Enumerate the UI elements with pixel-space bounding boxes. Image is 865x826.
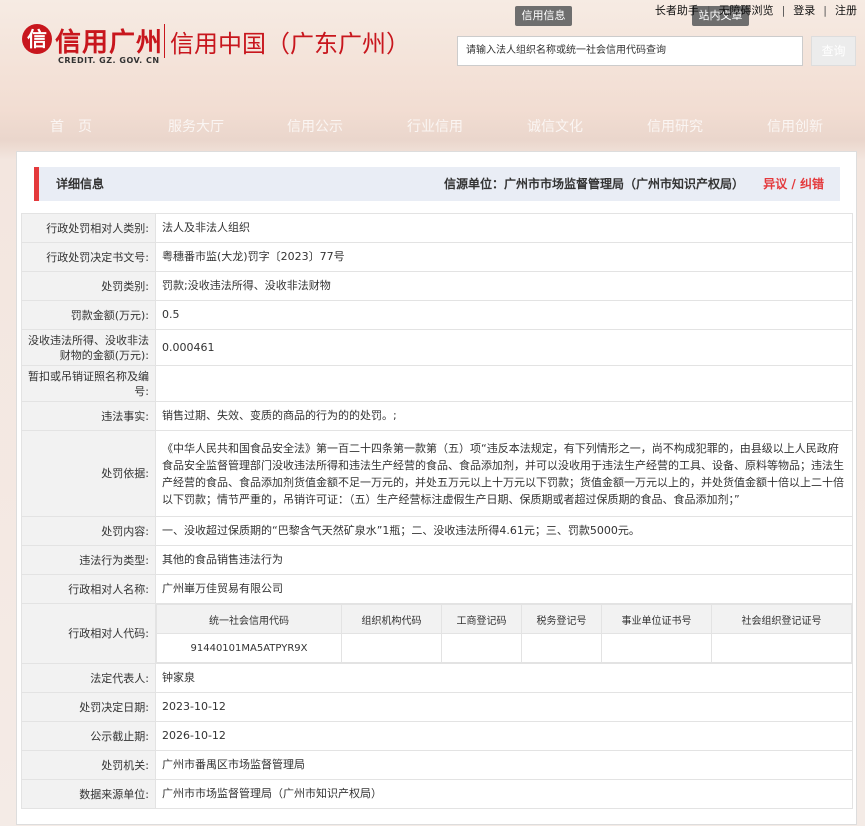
field-label: 暂扣或吊销证照名称及编号: [21, 365, 156, 402]
subtable-value [711, 633, 852, 663]
table-row: 处罚内容: 一、没收超过保质期的“巴黎含气天然矿泉水”1瓶；二、没收违法所得4.… [21, 516, 853, 546]
table-row: 处罚机关: 广州市番禺区市场监督管理局 [21, 750, 853, 780]
table-row: 没收违法所得、没收非法财物的金额(万元): 0.000461 [21, 329, 853, 366]
field-label: 行政处罚相对人类别: [21, 213, 156, 243]
field-label: 公示截止期: [21, 721, 156, 751]
subtable-value [441, 633, 522, 663]
field-label: 行政相对人代码: [21, 603, 156, 664]
field-label: 违法行为类型: [21, 545, 156, 575]
field-value: 0.5 [155, 300, 853, 330]
table-row: 处罚决定日期: 2023-10-12 [21, 692, 853, 722]
panel-title: 详细信息 [56, 177, 105, 191]
table-row: 罚款金额(万元): 0.5 [21, 300, 853, 330]
detail-panel: 详细信息 信源单位：广州市市场监督管理局（广州市知识产权局） 异议 / 纠错 行… [16, 151, 857, 825]
nav-home[interactable]: 首 页 [50, 116, 92, 136]
field-value: 0.000461 [155, 329, 853, 366]
field-label: 处罚依据: [21, 430, 156, 517]
code-subtable: 统一社会信用代码 组织机构代码 工商登记码 税务登记号 事业单位证书号 社会组织… [156, 604, 852, 663]
field-label: 处罚类别: [21, 271, 156, 301]
unified-credit-code: 91440101MA5ATPYR9X [156, 633, 342, 663]
table-row: 暂扣或吊销证照名称及编号: [21, 365, 853, 402]
source-unit: 信源单位：广州市市场监督管理局（广州市知识产权局） [443, 177, 744, 191]
field-label: 罚款金额(万元): [21, 300, 156, 330]
elder-assistant-link[interactable]: 长者助手 [655, 4, 699, 17]
subtable-header: 税务登记号 [521, 604, 602, 634]
nav-service-hall[interactable]: 服务大厅 [168, 116, 224, 136]
field-label: 数据来源单位: [21, 779, 156, 809]
table-row: 违法事实: 销售过期、失效、变质的商品的行为的的处罚。; [21, 401, 853, 431]
table-row: 行政处罚决定书文号: 粤穗番市监(大龙)罚字〔2023〕77号 [21, 242, 853, 272]
logo-divider [164, 24, 165, 58]
field-value: 粤穗番市监(大龙)罚字〔2023〕77号 [155, 242, 853, 272]
field-value: 2026-10-12 [155, 721, 853, 751]
field-value: 广州市市场监督管理局（广州市知识产权局） [155, 779, 853, 809]
field-value: 一、没收超过保质期的“巴黎含气天然矿泉水”1瓶；二、没收违法所得4.61元；三、… [155, 516, 853, 546]
subtable-value [601, 633, 712, 663]
code-subtable-cell: 统一社会信用代码 组织机构代码 工商登记码 税务登记号 事业单位证书号 社会组织… [155, 603, 853, 664]
top-links: 长者助手 | 无障碍浏览 | 登录 | 注册 [653, 2, 859, 18]
logo-mark-icon: 信 [22, 24, 52, 54]
field-label: 处罚内容: [21, 516, 156, 546]
subtable-value [341, 633, 442, 663]
subtable-header: 事业单位证书号 [601, 604, 712, 634]
subtable-value-row: 91440101MA5ATPYR9X [156, 633, 852, 663]
detail-table: 行政处罚相对人类别: 法人及非法人组织 行政处罚决定书文号: 粤穗番市监(大龙)… [21, 213, 853, 809]
logo-subtitle: 信用中国（广东广州） [170, 30, 410, 58]
table-row: 数据来源单位: 广州市市场监督管理局（广州市知识产权局） [21, 779, 853, 809]
nav-integrity-culture[interactable]: 诚信文化 [527, 116, 583, 136]
field-value: 钟家泉 [155, 663, 853, 693]
field-label: 法定代表人: [21, 663, 156, 693]
login-link[interactable]: 登录 [793, 4, 815, 17]
field-label: 没收违法所得、没收非法财物的金额(万元): [21, 329, 156, 366]
field-label: 行政处罚决定书文号: [21, 242, 156, 272]
field-value: 罚款;没收违法所得、没收非法财物 [155, 271, 853, 301]
search-button[interactable]: 查询 [811, 36, 856, 66]
search-input[interactable]: 请输入法人组织名称或统一社会信用代码查询 [457, 36, 803, 66]
nav-industry-credit[interactable]: 行业信用 [407, 116, 463, 136]
divider: | [706, 4, 711, 17]
subtable-header: 社会组织登记证号 [711, 604, 852, 634]
subtable-header-row: 统一社会信用代码 组织机构代码 工商登记码 税务登记号 事业单位证书号 社会组织… [156, 604, 852, 634]
subtable-value [521, 633, 602, 663]
field-label: 处罚决定日期: [21, 692, 156, 722]
subtable-header: 工商登记码 [441, 604, 522, 634]
field-value: 《中华人民共和国食品安全法》第一百二十四条第一款第（五）项“违反本法规定，有下列… [155, 430, 853, 517]
panel-header: 详细信息 信源单位：广州市市场监督管理局（广州市知识产权局） 异议 / 纠错 [34, 167, 840, 201]
logo-url: CREDIT. GZ. GOV. CN [58, 56, 160, 65]
table-row: 处罚依据: 《中华人民共和国食品安全法》第一百二十四条第一款第（五）项“违反本法… [21, 430, 853, 517]
field-label: 行政相对人名称: [21, 574, 156, 604]
table-row: 行政处罚相对人类别: 法人及非法人组织 [21, 213, 853, 243]
field-value: 销售过期、失效、变质的商品的行为的的处罚。; [155, 401, 853, 431]
objection-correction-link[interactable]: 异议 / 纠错 [763, 167, 824, 201]
field-value: 其他的食品销售违法行为 [155, 545, 853, 575]
field-value: 法人及非法人组织 [155, 213, 853, 243]
nav-credit-publicity[interactable]: 信用公示 [287, 116, 343, 136]
table-row: 法定代表人: 钟家泉 [21, 663, 853, 693]
logo-title: 信用广州 [55, 28, 164, 58]
main-nav: 首 页 服务大厅 信用公示 行业信用 诚信文化 信用研究 信用创新 [0, 116, 865, 138]
nav-credit-research[interactable]: 信用研究 [647, 116, 703, 136]
subtable-header: 组织机构代码 [341, 604, 442, 634]
field-value [155, 365, 853, 402]
table-row: 违法行为类型: 其他的食品销售违法行为 [21, 545, 853, 575]
field-value: 广州崋万佳贸易有限公司 [155, 574, 853, 604]
divider: | [781, 4, 786, 17]
divider: | [823, 4, 827, 17]
field-label: 处罚机关: [21, 750, 156, 780]
accessibility-link[interactable]: 无障碍浏览 [719, 4, 774, 17]
field-value: 2023-10-12 [155, 692, 853, 722]
field-value: 广州市番禺区市场监督管理局 [155, 750, 853, 780]
nav-credit-innovation[interactable]: 信用创新 [767, 116, 823, 136]
table-row: 公示截止期: 2026-10-12 [21, 721, 853, 751]
header-accent-bar [34, 167, 39, 201]
subtable-header: 统一社会信用代码 [156, 604, 342, 634]
search-tab-credit-info[interactable]: 信用信息 [515, 6, 572, 26]
table-row: 行政相对人代码: 统一社会信用代码 组织机构代码 工商登记码 税务登记号 事业单… [21, 603, 853, 664]
table-row: 处罚类别: 罚款;没收违法所得、没收非法财物 [21, 271, 853, 301]
register-link[interactable]: 注册 [835, 4, 857, 17]
field-label: 违法事实: [21, 401, 156, 431]
table-row: 行政相对人名称: 广州崋万佳贸易有限公司 [21, 574, 853, 604]
